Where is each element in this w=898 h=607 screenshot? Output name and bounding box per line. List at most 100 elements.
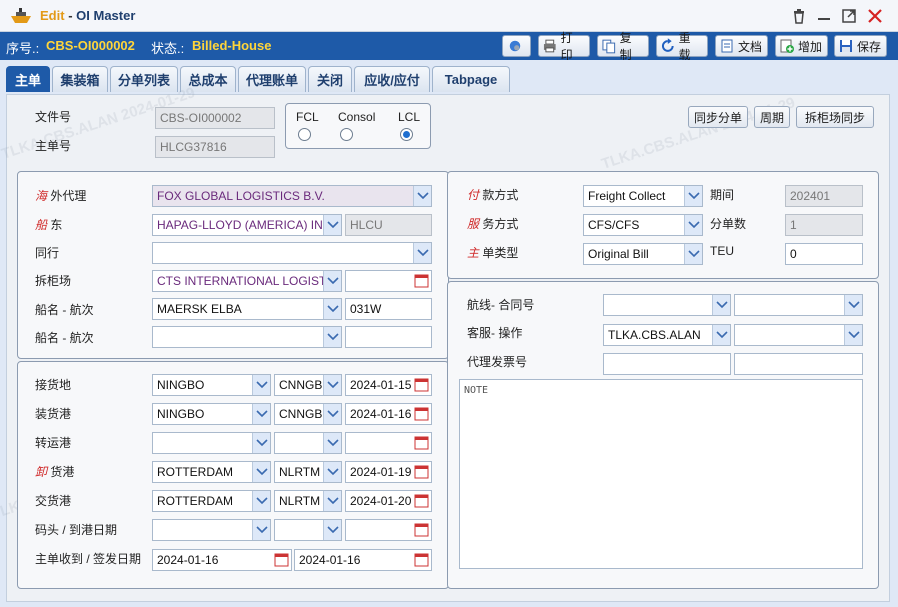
tools-button[interactable]: [502, 35, 531, 57]
teu-field[interactable]: 0: [785, 243, 863, 265]
tab-tabpage[interactable]: Tabpage: [432, 66, 510, 92]
calendar-icon[interactable]: [414, 435, 429, 450]
calendar-icon[interactable]: [414, 273, 429, 288]
save-button[interactable]: 保存: [834, 35, 887, 57]
delivery-date-field[interactable]: 2024-01-20: [345, 490, 432, 512]
chevron-down-icon[interactable]: [252, 404, 270, 424]
copy-button[interactable]: 复制: [597, 31, 649, 62]
chevron-down-icon[interactable]: [323, 271, 341, 291]
reload-button[interactable]: 重载: [656, 31, 708, 62]
chevron-down-icon[interactable]: [323, 520, 341, 540]
chevron-down-icon[interactable]: [413, 186, 431, 206]
chevron-down-icon[interactable]: [684, 215, 702, 235]
chevron-down-icon[interactable]: [323, 215, 341, 235]
operation-select[interactable]: [734, 324, 863, 346]
contract-select[interactable]: [734, 294, 863, 316]
vessel-select[interactable]: MAERSK ELBA: [152, 298, 342, 320]
tab-agent-bill[interactable]: 代理账单: [238, 66, 306, 92]
issued-date-field[interactable]: 2024-01-16: [294, 549, 432, 571]
trash-icon[interactable]: [790, 7, 808, 25]
tab-master[interactable]: 主单: [6, 66, 50, 92]
tab-containers[interactable]: 集装箱: [52, 66, 108, 92]
chevron-down-icon[interactable]: [252, 433, 270, 453]
receipt-select[interactable]: NINGBO: [152, 374, 271, 396]
chevron-down-icon[interactable]: [252, 520, 270, 540]
note-textarea[interactable]: NOTE: [459, 379, 863, 569]
loading-date-field[interactable]: 2024-01-16: [345, 403, 432, 425]
pier-select[interactable]: [152, 519, 271, 541]
voyage-field[interactable]: 031W: [345, 298, 432, 320]
calendar-icon[interactable]: [414, 464, 429, 479]
arrival-date-field[interactable]: [345, 519, 432, 541]
chevron-down-icon[interactable]: [844, 295, 862, 315]
chevron-down-icon[interactable]: [323, 491, 341, 511]
overseas-agent-select[interactable]: FOX GLOBAL LOGISTICS B.V.: [152, 185, 432, 207]
receipt-date-field[interactable]: 2024-01-15: [345, 374, 432, 396]
calendar-icon[interactable]: [414, 406, 429, 421]
voyage-2-field[interactable]: [345, 326, 432, 348]
transship-select[interactable]: [152, 432, 271, 454]
chevron-down-icon[interactable]: [252, 375, 270, 395]
calendar-icon[interactable]: [274, 552, 289, 567]
minimize-icon[interactable]: [815, 7, 833, 25]
consol-radio[interactable]: [340, 128, 353, 141]
discharge-date-field[interactable]: 2024-01-19: [345, 461, 432, 483]
tab-total-cost[interactable]: 总成本: [180, 66, 236, 92]
add-button[interactable]: 增加: [775, 35, 828, 57]
sync-devanning-button[interactable]: 拆柜场同步: [796, 106, 874, 128]
transship-date-field[interactable]: [345, 432, 432, 454]
calendar-icon[interactable]: [414, 493, 429, 508]
loading-select[interactable]: NINGBO: [152, 403, 271, 425]
calendar-icon[interactable]: [414, 377, 429, 392]
documents-button[interactable]: 文档: [715, 35, 768, 57]
chevron-down-icon[interactable]: [712, 295, 730, 315]
period-button[interactable]: 周期: [754, 106, 790, 128]
maximize-icon[interactable]: [840, 7, 858, 25]
tab-ar-ap[interactable]: 应收/应付: [354, 66, 430, 92]
bl-type-select[interactable]: Original Bill: [583, 243, 703, 265]
print-button[interactable]: 打印: [538, 31, 590, 62]
devanning-select[interactable]: CTS INTERNATIONAL LOGISTICS: [152, 270, 342, 292]
agent-invoice-field-2[interactable]: [734, 353, 863, 375]
chevron-down-icon[interactable]: [323, 375, 341, 395]
agent-invoice-field[interactable]: [603, 353, 731, 375]
lcl-radio[interactable]: [400, 128, 413, 141]
chevron-down-icon[interactable]: [252, 491, 270, 511]
chevron-down-icon[interactable]: [323, 299, 341, 319]
chevron-down-icon[interactable]: [684, 186, 702, 206]
pier-code-select[interactable]: [274, 519, 342, 541]
tab-close[interactable]: 关闭: [308, 66, 352, 92]
chevron-down-icon[interactable]: [323, 404, 341, 424]
payment-select[interactable]: Freight Collect: [583, 185, 703, 207]
cs-select[interactable]: TLKA.CBS.ALAN: [603, 324, 731, 346]
chevron-down-icon[interactable]: [844, 325, 862, 345]
vessel-2-select[interactable]: [152, 326, 342, 348]
service-select[interactable]: CFS/CFS: [583, 214, 703, 236]
calendar-icon[interactable]: [414, 552, 429, 567]
delivery-select[interactable]: ROTTERDAM: [152, 490, 271, 512]
received-date-field[interactable]: 2024-01-16: [152, 549, 292, 571]
coloader-select[interactable]: [152, 242, 432, 264]
tab-house-list[interactable]: 分单列表: [110, 66, 178, 92]
discharge-code-select[interactable]: NLRTM: [274, 461, 342, 483]
route-select[interactable]: [603, 294, 731, 316]
chevron-down-icon[interactable]: [712, 325, 730, 345]
discharge-select[interactable]: ROTTERDAM: [152, 461, 271, 483]
chevron-down-icon[interactable]: [323, 433, 341, 453]
sync-house-button[interactable]: 同步分单: [688, 106, 748, 128]
receipt-code-select[interactable]: CNNGB: [274, 374, 342, 396]
chevron-down-icon[interactable]: [323, 327, 341, 347]
chevron-down-icon[interactable]: [323, 462, 341, 482]
chevron-down-icon[interactable]: [684, 244, 702, 264]
devanning-date-field[interactable]: [345, 270, 432, 292]
carrier-select[interactable]: HAPAG-LLOYD (AMERICA) INC.: [152, 214, 342, 236]
fcl-radio[interactable]: [298, 128, 311, 141]
calendar-icon[interactable]: [414, 522, 429, 537]
delivery-code-select[interactable]: NLRTM: [274, 490, 342, 512]
transship-code-select[interactable]: [274, 432, 342, 454]
chevron-down-icon[interactable]: [413, 243, 431, 263]
chevron-down-icon[interactable]: [252, 462, 270, 482]
loading-code-select[interactable]: CNNGB: [274, 403, 342, 425]
close-icon[interactable]: [866, 7, 884, 25]
fcl-label: FCL: [296, 110, 319, 124]
